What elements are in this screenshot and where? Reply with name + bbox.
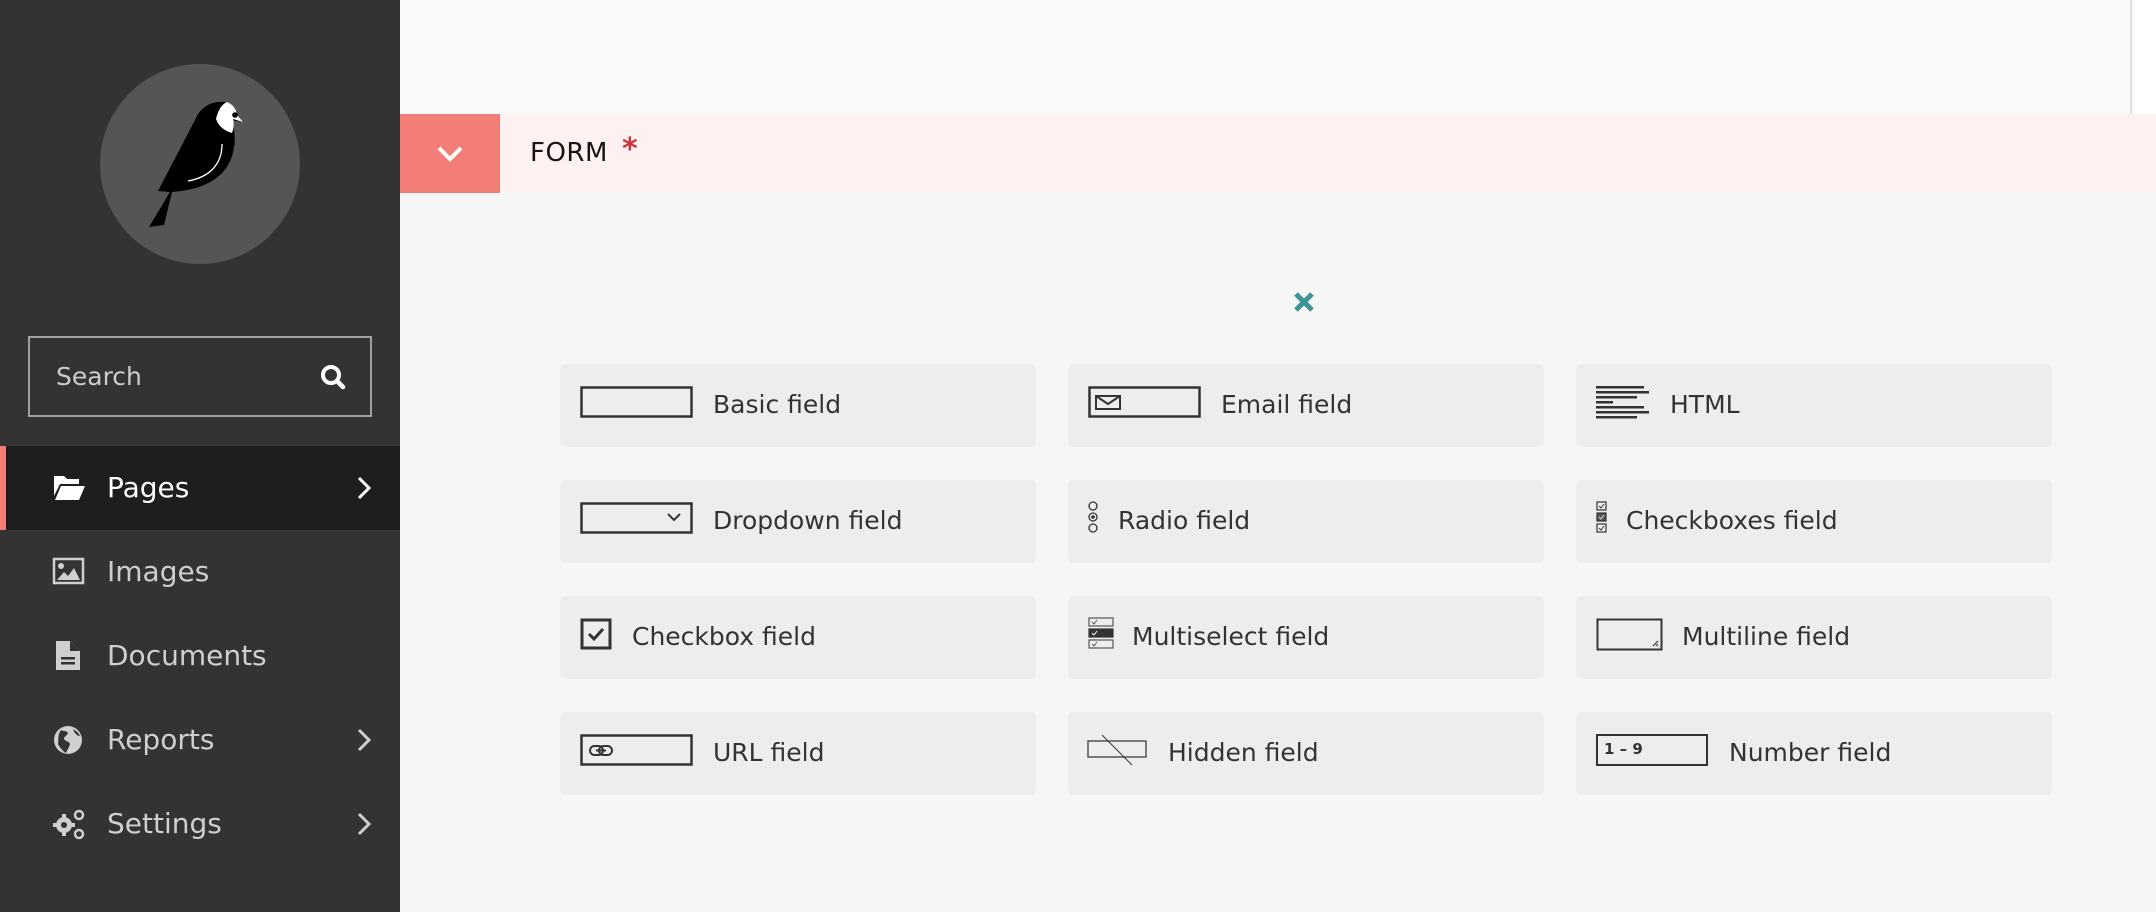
search-input[interactable] (30, 338, 290, 415)
field-type-label: Checkboxes field (1626, 506, 1838, 535)
form-panel-header: FORM * (400, 114, 2156, 193)
sidebar-item-settings[interactable]: Settings (0, 782, 400, 866)
dropdown-field-icon (580, 502, 693, 534)
html-icon (1596, 386, 1649, 419)
folder-open-icon (54, 476, 85, 500)
sidebar-item-images[interactable]: Images (0, 530, 400, 614)
sidebar-nav: Pages Images Documents Reports Settings (0, 446, 400, 866)
field-type-checkbox[interactable]: Checkbox field (560, 596, 1036, 679)
number-field-icon: 1 – 9 (1596, 734, 1708, 766)
document-icon (56, 641, 80, 670)
field-type-url[interactable]: URL field (560, 712, 1036, 795)
field-type-label: Checkbox field (632, 622, 816, 651)
sidebar-item-pages[interactable]: Pages (0, 446, 400, 530)
multiselect-field-icon (1088, 617, 1114, 649)
close-button[interactable] (1290, 288, 1318, 316)
url-field-icon (580, 734, 693, 766)
search-icon (321, 365, 346, 390)
email-field-icon (1088, 386, 1201, 418)
field-type-html[interactable]: HTML (1576, 364, 2052, 447)
field-type-checkboxes[interactable]: Checkboxes field (1576, 480, 2052, 563)
field-type-label: Radio field (1118, 506, 1251, 535)
required-marker: * (622, 132, 638, 167)
search-box (28, 336, 372, 417)
field-type-label: Basic field (713, 390, 842, 419)
chevron-down-icon (437, 146, 463, 162)
hidden-field-icon (1087, 734, 1147, 766)
checkbox-field-icon (580, 618, 612, 650)
sidebar: Pages Images Documents (0, 0, 400, 912)
image-icon (52, 557, 85, 585)
number-icon-text: 1 – 9 (1604, 740, 1643, 758)
checkboxes-field-icon (1596, 501, 1607, 533)
basic-field-icon (580, 386, 693, 418)
bird-icon (149, 101, 243, 227)
top-panel (400, 0, 2132, 114)
sidebar-item-label: Images (107, 555, 210, 588)
field-type-email[interactable]: Email field (1068, 364, 1544, 447)
sidebar-item-label: Documents (107, 639, 267, 672)
field-type-multiline[interactable]: Multiline field (1576, 596, 2052, 679)
collapse-toggle-button[interactable] (400, 114, 500, 193)
cogs-icon (53, 809, 85, 840)
multiline-field-icon (1596, 618, 1663, 651)
field-type-label: Multiselect field (1132, 622, 1330, 651)
search-button[interactable] (316, 360, 350, 394)
wagtail-logo[interactable] (100, 64, 300, 264)
chevron-right-icon (357, 476, 372, 500)
globe-icon (54, 726, 82, 754)
sidebar-item-label: Reports (107, 723, 215, 756)
chevron-right-icon (357, 728, 372, 752)
field-type-label: Email field (1221, 390, 1353, 419)
sidebar-item-reports[interactable]: Reports (0, 698, 400, 782)
field-type-label: Hidden field (1168, 738, 1319, 767)
field-type-multiselect[interactable]: Multiselect field (1068, 596, 1544, 679)
field-type-radio[interactable]: Radio field (1068, 480, 1544, 563)
sidebar-item-documents[interactable]: Documents (0, 614, 400, 698)
form-panel-title: FORM (530, 138, 608, 168)
field-type-label: Dropdown field (713, 506, 903, 535)
close-icon (1294, 292, 1314, 312)
chevron-right-icon (357, 812, 372, 836)
sidebar-item-label: Pages (107, 471, 190, 504)
field-type-label: HTML (1670, 390, 1740, 419)
field-type-label: Number field (1729, 738, 1892, 767)
top-panel-edge (2134, 0, 2156, 114)
sidebar-item-label: Settings (107, 807, 222, 840)
field-type-number[interactable]: 1 – 9 Number field (1576, 712, 2052, 795)
field-type-basic[interactable]: Basic field (560, 364, 1036, 447)
field-type-label: URL field (713, 738, 825, 767)
radio-field-icon (1088, 501, 1098, 533)
field-type-hidden[interactable]: Hidden field (1068, 712, 1544, 795)
field-type-label: Multiline field (1682, 622, 1851, 651)
field-type-dropdown[interactable]: Dropdown field (560, 480, 1036, 563)
